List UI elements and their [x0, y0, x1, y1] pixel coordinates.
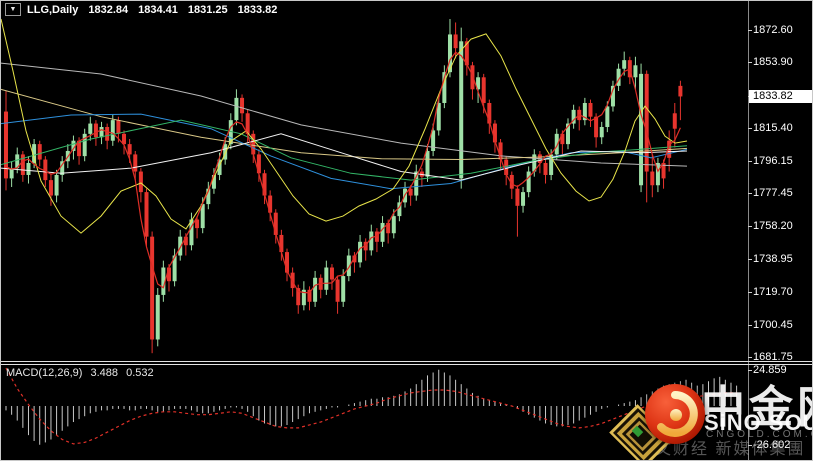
price-axis-label: 1815.40 — [753, 122, 793, 134]
axis-tick — [748, 292, 752, 293]
chart-title: ▼ LLG,Daily 1832.84 1834.41 1831.25 1833… — [5, 3, 277, 16]
collapse-chart-button[interactable]: ▼ — [5, 3, 21, 16]
indicator-main-value: 3.488 — [90, 367, 119, 379]
axis-tick — [748, 226, 752, 227]
price-axis-label: 1719.70 — [753, 286, 793, 298]
indicator-name: MACD(12,26,9) — [6, 367, 83, 379]
macd-axis-upper-label: 24.859 — [753, 364, 787, 376]
axis-tick — [748, 62, 752, 63]
axis-tick — [748, 445, 752, 446]
axis-tick — [748, 128, 752, 129]
axis-tick — [748, 259, 752, 260]
panel-separator-bottom[interactable] — [1, 364, 812, 365]
price-axis-label: 1738.95 — [753, 253, 793, 265]
macd-axis-lower-label: -26.602 — [753, 439, 791, 451]
price-axis-label: 1872.60 — [753, 24, 793, 36]
macd-panel-canvas[interactable] — [1, 1, 813, 461]
axis-tick — [748, 370, 752, 371]
close-value: 1833.82 — [237, 3, 278, 16]
price-axis-border — [748, 1, 749, 460]
axis-tick — [748, 161, 752, 162]
indicator-title: MACD(12,26,9) 3.488 0.532 — [6, 367, 159, 379]
open-value: 1832.84 — [88, 3, 129, 16]
price-axis-label: 1796.15 — [753, 155, 793, 167]
axis-tick — [748, 30, 752, 31]
price-axis-label: 1758.20 — [753, 220, 793, 232]
axis-tick — [748, 357, 752, 358]
current-price-badge: 1833.82 — [749, 90, 812, 103]
indicator-signal-value: 0.532 — [126, 367, 154, 379]
high-value: 1834.41 — [138, 3, 178, 16]
axis-tick — [748, 193, 752, 194]
axis-tick — [748, 325, 752, 326]
price-axis-label: 1700.45 — [753, 319, 793, 331]
chart-window: ▼ LLG,Daily 1832.84 1834.41 1831.25 1833… — [0, 0, 813, 461]
triangle-down-icon: ▼ — [9, 6, 17, 13]
symbol-period-label: LLG,Daily — [27, 3, 79, 16]
price-axis-label: 1853.90 — [753, 56, 793, 68]
low-value: 1831.25 — [187, 3, 228, 16]
price-axis-label: 1777.45 — [753, 187, 793, 199]
panel-separator-top[interactable] — [1, 361, 812, 362]
